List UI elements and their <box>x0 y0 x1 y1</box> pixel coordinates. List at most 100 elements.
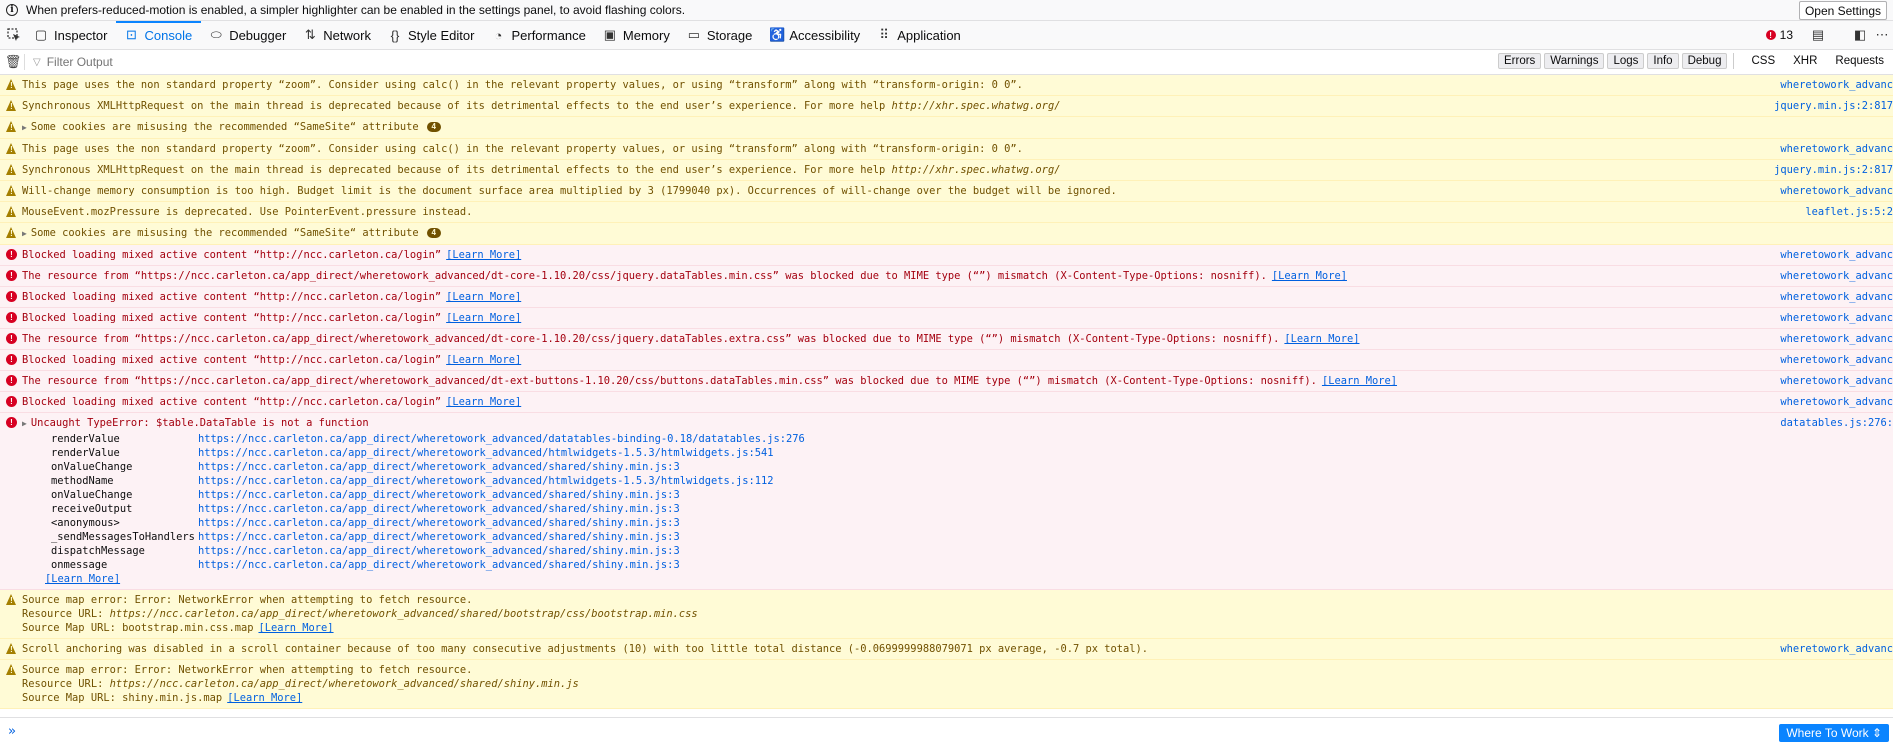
expand-arrow-icon[interactable]: ▶ <box>22 121 27 135</box>
warning-message: ! This page uses the non standard propert… <box>0 75 1893 96</box>
learn-more-link[interactable]: [Learn More] <box>258 622 333 634</box>
learn-more-link[interactable]: [Learn More] <box>227 692 302 704</box>
dock-options-icon[interactable]: ◧ <box>1849 27 1871 43</box>
learn-more-link[interactable]: [Learn More] <box>446 354 521 366</box>
warning-message: ! Synchronous XMLHttpRequest on the main … <box>0 96 1893 117</box>
message-source-link[interactable]: wheretowork_advanc <box>1774 311 1893 325</box>
frame-url[interactable]: https://ncc.carleton.ca/app_direct/where… <box>198 460 680 474</box>
frame-url[interactable]: https://ncc.carleton.ca/app_direct/where… <box>198 516 680 530</box>
frame-line: 541 <box>754 447 774 459</box>
stack-frame: onValueChange https://ncc.carleton.ca/app… <box>22 488 1893 502</box>
filter-logs-button[interactable]: Logs <box>1607 53 1645 69</box>
element-picker-icon[interactable] <box>2 21 26 49</box>
message-source-link[interactable]: wheretowork_advanc <box>1774 642 1893 656</box>
learn-more-link[interactable]: [Learn More] <box>446 396 521 408</box>
warning-icon: ! <box>6 164 17 175</box>
tab-network[interactable]: ⇅ Network <box>295 21 380 49</box>
responsive-design-icon[interactable]: ▤ <box>1807 27 1829 43</box>
error-icon: ! <box>6 312 17 323</box>
message-source-link[interactable]: wheretowork_advanc <box>1774 353 1893 367</box>
learn-more-link[interactable]: [Learn More] <box>1284 333 1359 345</box>
warning-message: ! ▶ Some cookies are misusing the recommen… <box>0 117 1893 139</box>
expand-arrow-icon[interactable]: ▶ <box>22 417 27 431</box>
resource-url-row: Resource URL: https://ncc.carleton.ca/ap… <box>22 607 1893 621</box>
tab-memory[interactable]: ▣ Memory <box>595 21 679 49</box>
frame-url[interactable]: https://ncc.carleton.ca/app_direct/where… <box>198 432 805 446</box>
message-source-link[interactable]: wheretowork_advanc <box>1774 395 1893 409</box>
message-source-link[interactable]: jquery.min.js:2:817 <box>1768 99 1893 113</box>
learn-more-link[interactable]: [Learn More] <box>1322 375 1397 387</box>
trash-icon[interactable]: 🗑 <box>2 54 24 70</box>
message-source-link[interactable]: datatables.js:276: <box>1774 416 1893 430</box>
filter-css-button[interactable]: CSS <box>1746 54 1780 68</box>
resource-url[interactable]: https://ncc.carleton.ca/app_direct/where… <box>110 678 579 690</box>
frame-url[interactable]: https://ncc.carleton.ca/app_direct/where… <box>198 446 774 460</box>
message-text: This page uses the non standard property… <box>22 143 1023 155</box>
message-source-link[interactable]: wheretowork_advanc <box>1774 374 1893 388</box>
open-settings-button[interactable]: Open Settings <box>1798 1 1887 20</box>
message-source-link[interactable]: leaflet.js:5:2 <box>1799 205 1893 219</box>
tab-application[interactable]: ⠿ Application <box>869 21 970 49</box>
message-source-link[interactable]: wheretowork_advanc <box>1774 248 1893 262</box>
filter-warnings-button[interactable]: Warnings <box>1544 53 1605 69</box>
message-text: Blocked loading mixed active content “ht… <box>22 249 442 261</box>
error-count[interactable]: ! 13 <box>1765 28 1793 42</box>
source-map-url: Source Map URL: bootstrap.min.css.map <box>22 622 254 634</box>
performance-icon: ◔ <box>494 27 503 43</box>
expand-arrow-icon[interactable]: ▶ <box>22 227 27 241</box>
stack-frame: renderValue https://ncc.carleton.ca/app_d… <box>22 432 1893 446</box>
message-link[interactable]: http://xhr.spec.whatwg.org/ <box>892 100 1061 112</box>
error-icon: ! <box>6 354 17 365</box>
frame-url[interactable]: https://ncc.carleton.ca/app_direct/where… <box>198 474 774 488</box>
frame-function: onValueChange <box>51 461 133 473</box>
filter-input[interactable] <box>44 54 349 70</box>
frame-url[interactable]: https://ncc.carleton.ca/app_direct/where… <box>198 558 680 572</box>
console-input[interactable]: » Where To Work ⇕ <box>0 717 1893 745</box>
warning-message: ! ▶ Some cookies are misusing the recommen… <box>0 223 1893 245</box>
message-link[interactable]: http://xhr.spec.whatwg.org/ <box>892 164 1061 176</box>
message-source-link[interactable]: wheretowork_advanc <box>1774 290 1893 304</box>
frame-line: 3 <box>673 531 680 543</box>
prompt-icon: » <box>8 724 16 739</box>
filter-info-button[interactable]: Info <box>1647 53 1679 69</box>
filter-debug-button[interactable]: Debug <box>1681 53 1728 69</box>
tab-accessibility[interactable]: ♿ Accessibility <box>761 21 869 49</box>
message-text: Source map error: Error: NetworkError wh… <box>22 594 473 606</box>
tab-storage[interactable]: ▭ Storage <box>679 21 762 49</box>
notification-bar: i When prefers-reduced-motion is enabled… <box>0 0 1893 21</box>
more-options-icon[interactable]: ⋯ <box>1871 27 1893 43</box>
warning-message: ! Scroll anchoring was disabled in a scro… <box>0 639 1893 660</box>
resource-url[interactable]: https://ncc.carleton.ca/app_direct/where… <box>110 608 698 620</box>
learn-more-link[interactable]: [Learn More] <box>446 249 521 261</box>
message-source-link[interactable]: wheretowork_advanc <box>1774 332 1893 346</box>
learn-more-link[interactable]: [Learn More] <box>45 573 120 585</box>
frame-function: onValueChange <box>51 489 133 501</box>
tab-style-editor[interactable]: {} Style Editor <box>380 21 483 49</box>
message-source-link[interactable]: jquery.min.js:2:817 <box>1768 163 1893 177</box>
group-count-badge: 4 <box>426 228 441 238</box>
error-icon: ! <box>6 417 17 428</box>
frame-url[interactable]: https://ncc.carleton.ca/app_direct/where… <box>198 488 680 502</box>
filter-requests-button[interactable]: Requests <box>1830 54 1889 68</box>
message-source-link[interactable]: wheretowork_advanc <box>1774 184 1893 198</box>
error-icon: ! <box>6 270 17 281</box>
learn-more-link[interactable]: [Learn More] <box>446 312 521 324</box>
message-text: Synchronous XMLHttpRequest on the main t… <box>22 100 892 112</box>
tab-performance[interactable]: ◔ Performance <box>483 21 594 49</box>
warning-icon: ! <box>6 100 17 111</box>
filter-xhr-button[interactable]: XHR <box>1788 54 1822 68</box>
frame-url[interactable]: https://ncc.carleton.ca/app_direct/where… <box>198 544 680 558</box>
frame-url[interactable]: https://ncc.carleton.ca/app_direct/where… <box>198 530 680 544</box>
tab-inspector[interactable]: ▢ Inspector <box>26 21 116 49</box>
message-source-link[interactable]: wheretowork_advanc <box>1774 269 1893 283</box>
tab-console[interactable]: ⊡ Console <box>116 21 201 49</box>
learn-more-link[interactable]: [Learn More] <box>446 291 521 303</box>
message-source-link[interactable]: wheretowork_advanc <box>1774 78 1893 92</box>
message-source-link[interactable]: wheretowork_advanc <box>1774 142 1893 156</box>
frame-url[interactable]: https://ncc.carleton.ca/app_direct/where… <box>198 502 680 516</box>
learn-more-link[interactable]: [Learn More] <box>1272 270 1347 282</box>
tab-debugger[interactable]: ⬭ Debugger <box>201 21 295 49</box>
stack-frame: onmessage https://ncc.carleton.ca/app_dir… <box>22 558 1893 572</box>
context-selector-button[interactable]: Where To Work ⇕ <box>1779 724 1889 742</box>
filter-errors-button[interactable]: Errors <box>1497 53 1542 69</box>
